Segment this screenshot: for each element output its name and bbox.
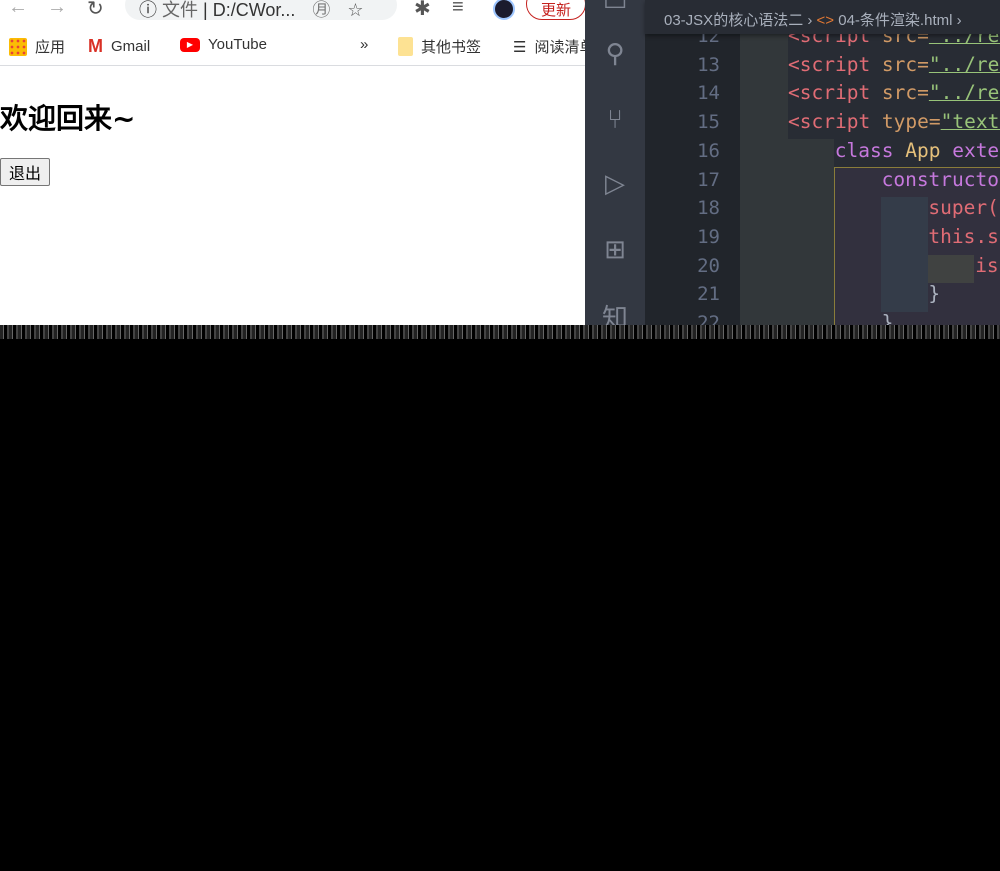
- code-line[interactable]: super(: [928, 196, 998, 219]
- translate-icon[interactable]: ㊊: [312, 0, 330, 20]
- browser-toolbar: ← → ↻ ⓘ 文件 | D:/CWor... ㊊ ☆ ✱ ≡ 更新: [0, 0, 585, 20]
- page-content: 欢迎回来~ 退出: [0, 67, 585, 330]
- line-number: 21: [697, 283, 720, 306]
- code-line[interactable]: is: [975, 254, 998, 277]
- code-editor: ▭ ⚲ ⑂ ▷ ⊞ 知 03-JSX的核心语法二 › <> 04-条件渲染.ht…: [585, 0, 1000, 330]
- line-number: 16: [697, 139, 720, 162]
- line-number: 14: [697, 82, 720, 105]
- line-number: 18: [697, 197, 720, 220]
- code-token: "text/: [940, 110, 1000, 134]
- media-icon[interactable]: ≡: [452, 0, 464, 19]
- code-token: super(: [928, 196, 999, 220]
- extensions-icon[interactable]: ⊞: [599, 234, 631, 266]
- explorer-icon[interactable]: ▭: [599, 0, 631, 18]
- reload-icon[interactable]: ↻: [87, 0, 104, 21]
- reading-list-icon: ☰: [513, 38, 527, 56]
- star-icon[interactable]: ☆: [347, 0, 363, 20]
- code-token: type=: [870, 110, 941, 134]
- code-token: "../rea: [928, 52, 1000, 76]
- source-control-icon[interactable]: ⑂: [599, 104, 631, 136]
- page-title: 欢迎回来~: [0, 102, 136, 135]
- line-number: 20: [697, 254, 720, 277]
- code-token: this.st: [928, 224, 1000, 248]
- bookmark-other[interactable]: 其他书签: [398, 36, 481, 57]
- browser-window: ← → ↻ ⓘ 文件 | D:/CWor... ㊊ ☆ ✱ ≡ 更新 应用 M …: [0, 0, 585, 330]
- folder-icon: [398, 37, 413, 56]
- bookmarks-bar: 应用 M Gmail ▶ YouTube » 其他书签 ☰ 阅读清单: [0, 30, 585, 66]
- url-text: D:/CWor...: [212, 0, 296, 20]
- code-token: "../rea: [928, 81, 1000, 105]
- code-line[interactable]: this.st: [928, 225, 1000, 248]
- code-line[interactable]: constructor: [882, 168, 1000, 191]
- code-line[interactable]: class App exten: [835, 139, 1000, 162]
- code-line[interactable]: <script src="../rea: [788, 53, 1000, 76]
- bookmark-label: YouTube: [208, 36, 267, 53]
- code-line[interactable]: }: [928, 282, 940, 305]
- bookmarks-overflow-button[interactable]: »: [360, 36, 368, 53]
- breadcrumb: 03-JSX的核心语法二 › <> 04-条件渲染.html ›: [645, 0, 1000, 34]
- bookmark-label: 应用: [35, 39, 66, 56]
- code-line[interactable]: <script src="../rea: [788, 81, 1000, 104]
- code-token: src=: [870, 81, 929, 105]
- code-line[interactable]: <script type="text/: [788, 110, 1000, 133]
- forward-icon[interactable]: →: [47, 0, 67, 19]
- code-token: src=: [870, 52, 929, 76]
- reading-list[interactable]: ☰ 阅读清单: [513, 36, 585, 57]
- address-bar[interactable]: ⓘ 文件 | D:/CWor... ㊊ ☆: [125, 0, 397, 20]
- bookmark-youtube[interactable]: ▶ YouTube: [180, 36, 267, 53]
- code-token: is: [975, 253, 999, 277]
- code-token: exten: [952, 138, 1000, 162]
- code-token: }: [928, 282, 941, 306]
- code-token: class: [834, 138, 894, 162]
- code-token: <script: [788, 52, 871, 76]
- extensions-icon[interactable]: ✱: [414, 0, 431, 21]
- logout-button[interactable]: 退出: [0, 158, 51, 186]
- update-button[interactable]: 更新: [526, 0, 585, 20]
- html-file-icon: <>: [816, 12, 835, 29]
- profile-avatar[interactable]: [493, 0, 515, 20]
- bookmark-apps[interactable]: 应用: [9, 36, 65, 57]
- run-debug-icon[interactable]: ▷: [599, 168, 631, 200]
- bookmark-gmail[interactable]: M Gmail: [88, 36, 150, 57]
- line-number: 19: [697, 225, 720, 248]
- bookmark-label: Gmail: [111, 38, 151, 55]
- scheme-label: 文件: [162, 0, 199, 20]
- line-number: 13: [697, 53, 720, 76]
- bookmark-label: 阅读清单: [534, 39, 585, 56]
- apps-grid-icon: [9, 37, 27, 56]
- screen-glitch: [0, 325, 1000, 339]
- gutter-area: [645, 0, 740, 330]
- line-number: 17: [697, 168, 720, 191]
- breadcrumb-folder[interactable]: 03-JSX的核心语法二: [664, 12, 803, 29]
- gmail-icon: M: [88, 36, 103, 56]
- search-icon[interactable]: ⚲: [599, 38, 631, 70]
- info-icon: ⓘ: [139, 0, 157, 20]
- line-number: 15: [697, 111, 720, 134]
- activity-bar: ▭ ⚲ ⑂ ▷ ⊞ 知: [585, 0, 645, 330]
- back-icon[interactable]: ←: [8, 0, 28, 19]
- code-token: <script: [788, 81, 871, 105]
- code-token: constructor: [881, 167, 1000, 191]
- code-token: App: [893, 138, 941, 162]
- youtube-icon: ▶: [180, 37, 200, 52]
- breadcrumb-file[interactable]: 04-条件渲染.html: [838, 12, 952, 29]
- code-token: <script: [788, 110, 871, 134]
- bookmark-label: 其他书签: [421, 39, 482, 56]
